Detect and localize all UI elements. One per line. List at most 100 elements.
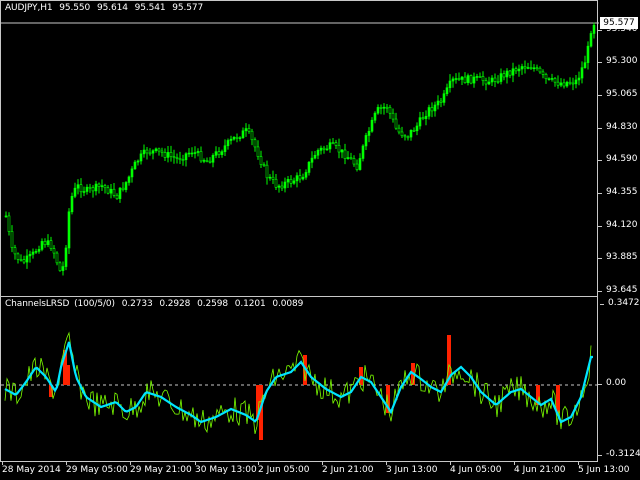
candle	[289, 175, 293, 188]
candle	[571, 77, 575, 91]
candle	[166, 145, 170, 163]
candle	[451, 76, 455, 88]
candle	[514, 66, 518, 74]
candle	[373, 111, 377, 124]
candle	[325, 145, 329, 151]
candle	[397, 124, 401, 135]
candle	[109, 183, 113, 199]
candle	[469, 74, 473, 85]
time-axis-label: 3 Jun 13:00	[386, 465, 438, 475]
candle	[475, 73, 479, 81]
open-value: 95.550	[59, 3, 91, 13]
candle	[34, 248, 38, 255]
indicator-chart[interactable]	[1, 297, 599, 463]
candle	[112, 183, 116, 198]
candle	[151, 149, 155, 160]
candle	[202, 158, 206, 164]
time-axis-label: 4 Jun 21:00	[514, 465, 566, 475]
candle	[460, 75, 464, 85]
candle	[508, 69, 512, 79]
chart-window[interactable]: AUDJPY,H1 95.550 95.614 95.541 95.577 95…	[0, 0, 640, 480]
candle	[94, 180, 98, 196]
candle	[148, 148, 152, 156]
time-axis-label: 29 May 21:00	[130, 465, 192, 475]
candle	[124, 181, 128, 193]
price-chart-pane[interactable]: AUDJPY,H1 95.550 95.614 95.541 95.577	[0, 0, 599, 298]
candle	[169, 145, 173, 162]
candle	[43, 238, 47, 248]
time-axis-label: 28 May 2014	[2, 465, 61, 475]
candle	[280, 181, 284, 192]
current-price-tag: 95.577	[600, 17, 638, 29]
candle	[319, 145, 323, 155]
candle	[52, 245, 56, 259]
candle	[133, 160, 137, 170]
candle	[565, 80, 569, 88]
price-axis-label: 93.885	[598, 252, 638, 262]
price-axis-label: 94.355	[598, 187, 638, 197]
candle	[259, 150, 263, 169]
candle	[262, 162, 266, 167]
candlestick-chart[interactable]	[1, 1, 599, 298]
candle	[526, 62, 530, 70]
indicator-pane[interactable]: ChannelsLRSD (100/5/0) 0.2733 0.2928 0.2…	[0, 296, 599, 463]
candle	[136, 159, 140, 166]
indicator-header: ChannelsLRSD (100/5/0) 0.2733 0.2928 0.2…	[5, 299, 307, 309]
candle	[82, 186, 86, 197]
candle	[472, 72, 476, 88]
candle	[364, 132, 368, 150]
candle	[493, 73, 497, 88]
candle	[118, 187, 122, 203]
indicator-value: 0.0089	[272, 299, 304, 309]
candle	[385, 104, 389, 113]
candle	[100, 179, 104, 192]
price-axis-label: 94.830	[598, 122, 638, 132]
price-axis-label: 93.645	[598, 285, 638, 295]
candle	[523, 60, 527, 74]
candle	[418, 111, 422, 130]
candle	[145, 147, 149, 160]
candle	[337, 138, 341, 159]
candle	[157, 147, 161, 156]
candle	[250, 128, 254, 146]
candle	[394, 112, 398, 130]
symbol-label: AUDJPY,H1	[5, 3, 53, 13]
candle	[238, 136, 242, 142]
candle	[214, 146, 218, 159]
candle	[244, 123, 248, 137]
time-axis-label: 29 May 05:00	[66, 465, 128, 475]
candle	[349, 152, 353, 160]
candle	[55, 251, 59, 266]
candle	[400, 126, 404, 138]
candle	[307, 160, 311, 176]
candle	[37, 245, 41, 254]
candle	[256, 140, 260, 160]
candle	[379, 104, 383, 115]
candle	[355, 159, 359, 172]
candle	[253, 137, 257, 152]
time-axis[interactable]: 28 May 2014 29 May 05:00 29 May 21:00 30…	[0, 462, 640, 480]
candle	[511, 62, 515, 83]
candle	[439, 97, 443, 108]
price-axis[interactable]: 95.540 95.300 95.065 94.830 94.590 94.35…	[598, 0, 640, 297]
time-axis-label: 4 Jun 05:00	[450, 465, 502, 475]
candle	[64, 245, 68, 271]
candle	[298, 169, 302, 183]
candle	[31, 248, 35, 259]
candle	[46, 234, 50, 248]
candle	[529, 60, 533, 70]
indicator-axis-zero: 0.00	[597, 378, 627, 388]
candle	[73, 182, 77, 199]
candle	[241, 127, 245, 139]
indicator-name: ChannelsLRSD	[5, 299, 70, 309]
candle	[286, 175, 290, 188]
candle	[556, 75, 560, 89]
candle	[589, 30, 593, 48]
candle	[187, 148, 191, 158]
time-axis-label: 2 Jun 21:00	[322, 465, 374, 475]
candle	[76, 179, 80, 195]
candle	[577, 71, 581, 86]
candle	[481, 71, 485, 86]
indicator-axis[interactable]: 0.3472 0.00 -0.3124	[597, 296, 640, 462]
price-axis-label: 94.120	[598, 220, 638, 230]
